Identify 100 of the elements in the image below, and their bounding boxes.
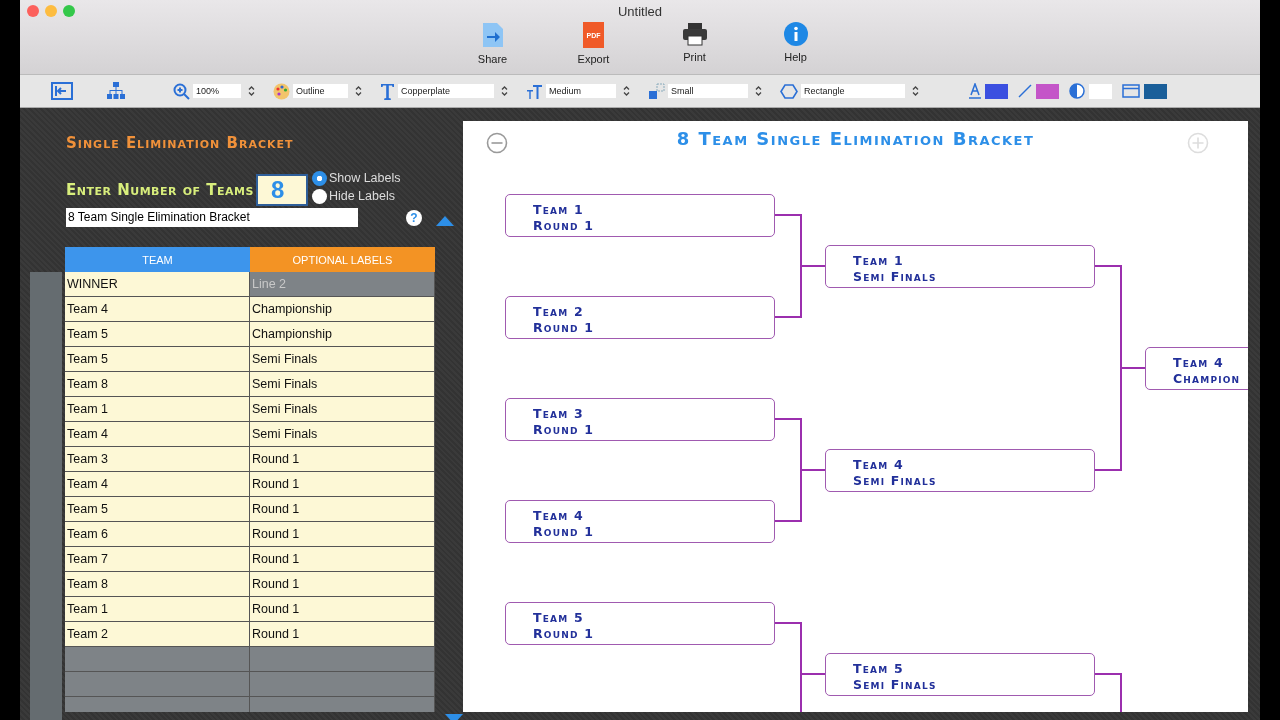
column-header: TEAM xyxy=(65,247,250,272)
table-cell[interactable]: Semi Finals xyxy=(250,397,435,421)
dropdown-field[interactable]: Rectangle xyxy=(801,84,905,98)
color-well[interactable] xyxy=(1144,83,1167,99)
stepper-icon[interactable] xyxy=(501,85,508,97)
slot-label: Round 1 xyxy=(533,524,595,540)
bracket-slot[interactable]: Team 4 Champion xyxy=(1145,347,1248,390)
bracket-slot[interactable]: Team 4 Semi Finals xyxy=(825,449,1095,492)
table-cell[interactable]: Team 1 xyxy=(65,397,250,421)
table-cell[interactable]: Round 1 xyxy=(250,497,435,521)
table-cell[interactable]: Team 5 xyxy=(65,322,250,346)
share-icon xyxy=(481,22,504,48)
zoom-button[interactable] xyxy=(63,5,75,17)
contrast-icon xyxy=(1069,83,1085,99)
bracket-slot[interactable]: Team 5 Semi Finals xyxy=(825,653,1095,696)
panel-heading: Single Elimination Bracket xyxy=(66,134,295,152)
slot-team: Team 1 xyxy=(853,253,904,269)
stepper-icon[interactable] xyxy=(755,85,762,97)
table-cell[interactable]: WINNER xyxy=(65,272,250,296)
close-button[interactable] xyxy=(27,5,39,17)
help-button[interactable]: ? xyxy=(406,209,422,226)
stepper-icon[interactable] xyxy=(355,85,362,97)
stepper-icon[interactable] xyxy=(912,85,919,97)
table-cell[interactable]: Team 1 xyxy=(65,597,250,621)
table-cell[interactable]: Team 5 xyxy=(65,497,250,521)
slot-label: Round 1 xyxy=(533,218,595,234)
table-cell[interactable]: Round 1 xyxy=(250,597,435,621)
text-color-icon xyxy=(969,83,981,99)
stepper-icon[interactable] xyxy=(248,85,255,97)
table-cell[interactable]: Semi Finals xyxy=(250,347,435,371)
slot-label: Round 1 xyxy=(533,320,595,336)
dropdown-field[interactable]: Outline xyxy=(293,84,348,98)
slot-label: Champion xyxy=(1173,371,1241,387)
bracket-slot[interactable]: Team 2 Round 1 xyxy=(505,296,775,339)
table-cell[interactable]: Round 1 xyxy=(250,547,435,571)
table-cell[interactable]: Team 8 xyxy=(65,572,250,596)
table-cell[interactable]: Semi Finals xyxy=(250,422,435,446)
line-icon xyxy=(1018,84,1032,98)
slot-label: Semi Finals xyxy=(853,677,937,693)
table-cell[interactable]: Team 4 xyxy=(65,297,250,321)
bracket-slot[interactable]: Team 3 Round 1 xyxy=(505,398,775,441)
toolbar-button[interactable]: Share xyxy=(464,22,521,65)
table-cell[interactable]: Championship xyxy=(250,322,435,346)
color-well[interactable] xyxy=(1089,83,1112,99)
table-cell[interactable]: Semi Finals xyxy=(250,372,435,396)
sidebar-toggle-icon[interactable] xyxy=(51,82,73,100)
table-cell[interactable]: Team 2 xyxy=(65,622,250,646)
hexagon-icon xyxy=(780,83,798,99)
bracket-slot[interactable]: Team 1 Round 1 xyxy=(505,194,775,237)
bracket-slot[interactable]: Team 1 Semi Finals xyxy=(825,245,1095,288)
title-field[interactable]: 8 Team Single Elimination Bracket xyxy=(66,208,358,227)
label-radio[interactable]: Show Labels xyxy=(311,170,401,186)
zoom-out-icon[interactable] xyxy=(486,132,508,154)
slot-label: Semi Finals xyxy=(853,473,937,489)
color-well[interactable] xyxy=(1036,83,1059,99)
slot-label: Round 1 xyxy=(533,422,595,438)
text-icon xyxy=(380,82,395,100)
slot-team: Team 3 xyxy=(533,406,584,422)
table-cell[interactable]: Team 4 xyxy=(65,472,250,496)
hierarchy-icon[interactable] xyxy=(107,82,125,100)
table-cell[interactable]: Team 6 xyxy=(65,522,250,546)
slot-label: Round 1 xyxy=(533,626,595,642)
table-cell[interactable]: Round 1 xyxy=(250,522,435,546)
table-cell[interactable]: Team 8 xyxy=(65,372,250,396)
table-cell[interactable]: Team 7 xyxy=(65,547,250,571)
slot-team: Team 2 xyxy=(533,304,584,320)
bracket-slot[interactable]: Team 4 Round 1 xyxy=(505,500,775,543)
table-cell[interactable]: Team 5 xyxy=(65,347,250,371)
slot-team: Team 4 xyxy=(853,457,904,473)
slot-team: Team 4 xyxy=(1173,355,1224,371)
palette-icon xyxy=(273,82,290,100)
table-cell[interactable]: Team 4 xyxy=(65,422,250,446)
slot-team: Team 5 xyxy=(853,661,904,677)
slot-team: Team 4 xyxy=(533,508,584,524)
resize-icon xyxy=(648,82,665,100)
bracket-slot[interactable]: Team 5 Round 1 xyxy=(505,602,775,645)
window-title: Untitled xyxy=(617,3,663,19)
dropdown-field[interactable]: 100% xyxy=(193,84,241,98)
table-cell[interactable]: Round 1 xyxy=(250,447,435,471)
table-cell[interactable]: Round 1 xyxy=(250,572,435,596)
label-radio[interactable]: Hide Labels xyxy=(311,188,401,204)
column-header: OPTIONAL LABELS xyxy=(250,247,435,272)
color-well[interactable] xyxy=(985,83,1008,99)
stepper-icon[interactable] xyxy=(623,85,630,97)
toolbar-button[interactable]: Help xyxy=(767,22,824,65)
table-cell[interactable]: Team 3 xyxy=(65,447,250,471)
zoom-icon xyxy=(173,82,190,100)
dropdown-field[interactable]: Copperplate xyxy=(398,84,494,98)
dropdown-field[interactable]: Medium xyxy=(546,84,616,98)
table-cell[interactable]: Round 1 xyxy=(250,622,435,646)
slot-team: Team 1 xyxy=(533,202,584,218)
slot-team: Team 5 xyxy=(533,610,584,626)
dropdown-field[interactable]: Small xyxy=(668,84,748,98)
table-cell[interactable]: Championship xyxy=(250,297,435,321)
scroll-up-icon[interactable] xyxy=(436,215,454,226)
table-cell[interactable]: Round 1 xyxy=(250,472,435,496)
text-size-icon xyxy=(526,83,543,99)
teams-label: Enter Number of Teams xyxy=(66,181,254,199)
window-icon xyxy=(1122,84,1140,98)
toolbar-button[interactable]: Print xyxy=(666,22,723,65)
